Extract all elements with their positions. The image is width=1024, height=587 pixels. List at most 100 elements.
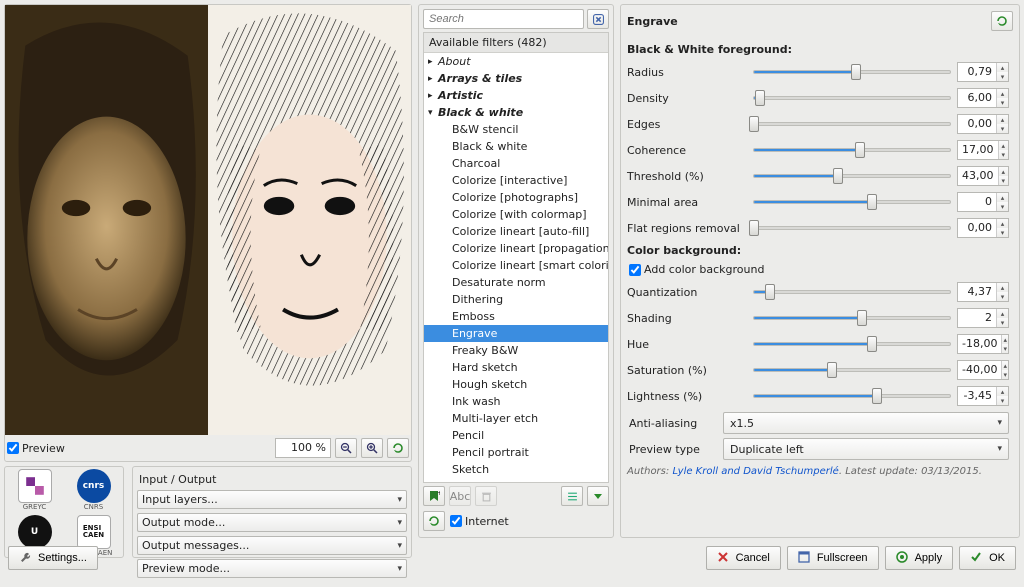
filter-item[interactable]: Hough sketch <box>424 376 608 393</box>
preview-checkbox[interactable]: Preview <box>7 442 65 455</box>
filter-item[interactable]: Emboss <box>424 308 608 325</box>
zoom-in-icon[interactable] <box>361 438 383 458</box>
filter-category[interactable]: ▸Artistic <box>424 87 608 104</box>
add-fav-icon[interactable]: + <box>423 486 445 506</box>
filter-tree[interactable]: Available filters (482) ▸About▸Arrays & … <box>423 32 609 483</box>
logo-greyc: GREYC <box>7 469 62 511</box>
param-spinbox[interactable]: 2▴▾ <box>957 308 1009 328</box>
param-spinbox[interactable]: 0▴▾ <box>957 192 1009 212</box>
param-label: Lightness (%) <box>627 390 747 403</box>
param-spinbox[interactable]: 43,00▴▾ <box>957 166 1009 186</box>
param-slider[interactable] <box>753 64 951 80</box>
filter-item[interactable]: Colorize [with colormap] <box>424 206 608 223</box>
io-select-1[interactable]: Output mode... <box>137 513 407 532</box>
param-label: Threshold (%) <box>627 170 747 183</box>
rename-filter-icon[interactable]: Abc <box>449 486 471 506</box>
filter-category[interactable]: ▸About <box>424 53 608 70</box>
param-label: Minimal area <box>627 196 747 209</box>
filter-item[interactable]: Hard sketch <box>424 359 608 376</box>
filter-item[interactable]: Multi-layer etch <box>424 410 608 427</box>
param-label: Edges <box>627 118 747 131</box>
cancel-button[interactable]: Cancel <box>706 546 781 570</box>
filter-item[interactable]: Colorize [photographs] <box>424 189 608 206</box>
param-label: Coherence <box>627 144 747 157</box>
param-slider[interactable] <box>753 388 951 404</box>
authors-note: Authors: Lyle Kroll and David Tschumperl… <box>627 466 1009 477</box>
param-slider[interactable] <box>753 168 951 184</box>
filter-item[interactable]: Pencil portrait <box>424 444 608 461</box>
filter-item[interactable]: Freaky B&W <box>424 342 608 359</box>
filter-item[interactable]: Charcoal <box>424 155 608 172</box>
io-select-2[interactable]: Output messages... <box>137 536 407 555</box>
param-slider[interactable] <box>753 284 951 300</box>
refresh-filters-icon[interactable] <box>423 511 445 531</box>
param-spinbox[interactable]: 0,00▴▾ <box>957 114 1009 134</box>
filter-item[interactable]: Colorize lineart [smart coloring] <box>424 257 608 274</box>
filter-item[interactable]: Ink wash <box>424 393 608 410</box>
param-slider[interactable] <box>753 362 951 378</box>
param-label: Flat regions removal <box>627 222 747 235</box>
filter-item[interactable]: Pencil <box>424 427 608 444</box>
param-slider[interactable] <box>753 116 951 132</box>
fullscreen-button[interactable]: Fullscreen <box>787 546 879 570</box>
param-spinbox[interactable]: 6,00▴▾ <box>957 88 1009 108</box>
io-title: Input / Output <box>139 473 407 486</box>
zoom-out-icon[interactable] <box>335 438 357 458</box>
filter-category[interactable]: ▸Arrays & tiles <box>424 70 608 87</box>
filter-item[interactable]: Colorize lineart [propagation] <box>424 240 608 257</box>
filter-item[interactable]: Black & white <box>424 138 608 155</box>
logo-cnrs: cnrs CNRS <box>66 469 121 511</box>
filters-header: Available filters (482) <box>424 33 608 53</box>
filter-category[interactable]: ▾Black & white <box>424 104 608 121</box>
filter-item[interactable]: Engrave <box>424 325 608 342</box>
ok-icon <box>970 551 984 565</box>
param-spinbox[interactable]: 0,79▴▾ <box>957 62 1009 82</box>
param-spinbox[interactable]: 0,00▴▾ <box>957 218 1009 238</box>
preview-after: After <box>208 5 411 435</box>
zoom-field[interactable]: 100 % <box>275 438 331 458</box>
param-spinbox[interactable]: 4,37▴▾ <box>957 282 1009 302</box>
param-slider[interactable] <box>753 194 951 210</box>
param-spinbox[interactable]: -3,45▴▾ <box>957 386 1009 406</box>
expand-all-icon[interactable] <box>561 486 583 506</box>
filter-item[interactable]: Colorize [interactive] <box>424 172 608 189</box>
param-label: Density <box>627 92 747 105</box>
filter-title: Engrave <box>627 15 678 28</box>
param-spinbox[interactable]: -18,00▴▾ <box>957 334 1009 354</box>
apply-button[interactable]: Apply <box>885 546 954 570</box>
filter-item[interactable]: B&W stencil <box>424 121 608 138</box>
preview-before: Before <box>5 5 208 435</box>
param-spinbox[interactable]: -40,00▴▾ <box>957 360 1009 380</box>
combo-anti-aliasing[interactable]: x1.5 <box>723 412 1009 434</box>
refresh-preview-icon[interactable] <box>387 438 409 458</box>
add-bg-checkbox[interactable]: Add color background <box>629 263 764 276</box>
io-select-0[interactable]: Input layers... <box>137 490 407 509</box>
collapse-all-icon[interactable] <box>587 486 609 506</box>
param-slider[interactable] <box>753 220 951 236</box>
param-slider[interactable] <box>753 90 951 106</box>
param-label: Saturation (%) <box>627 364 747 377</box>
delete-filter-icon[interactable] <box>475 486 497 506</box>
clear-search-icon[interactable] <box>587 9 609 29</box>
internet-checkbox[interactable]: Internet <box>450 515 509 528</box>
filter-item[interactable]: Colorize lineart [auto-fill] <box>424 223 608 240</box>
preview-area[interactable]: Before After <box>5 5 411 435</box>
param-slider[interactable] <box>753 310 951 326</box>
combo-label: Anti-aliasing <box>627 417 717 430</box>
filter-item[interactable]: Desaturate norm <box>424 274 608 291</box>
filter-item[interactable]: Dithering <box>424 291 608 308</box>
param-slider[interactable] <box>753 336 951 352</box>
combo-label: Preview type <box>627 443 717 456</box>
io-select-3[interactable]: Preview mode... <box>137 559 407 578</box>
ok-button[interactable]: OK <box>959 546 1016 570</box>
filter-item[interactable]: Sketch <box>424 461 608 478</box>
param-spinbox[interactable]: 17,00▴▾ <box>957 140 1009 160</box>
svg-text:+: + <box>437 490 440 497</box>
settings-button[interactable]: Settings... <box>8 546 98 570</box>
search-input[interactable] <box>423 9 584 29</box>
param-label: Hue <box>627 338 747 351</box>
param-slider[interactable] <box>753 142 951 158</box>
cancel-icon <box>717 551 731 565</box>
refresh-params-icon[interactable] <box>991 11 1013 31</box>
combo-preview type[interactable]: Duplicate left <box>723 438 1009 460</box>
